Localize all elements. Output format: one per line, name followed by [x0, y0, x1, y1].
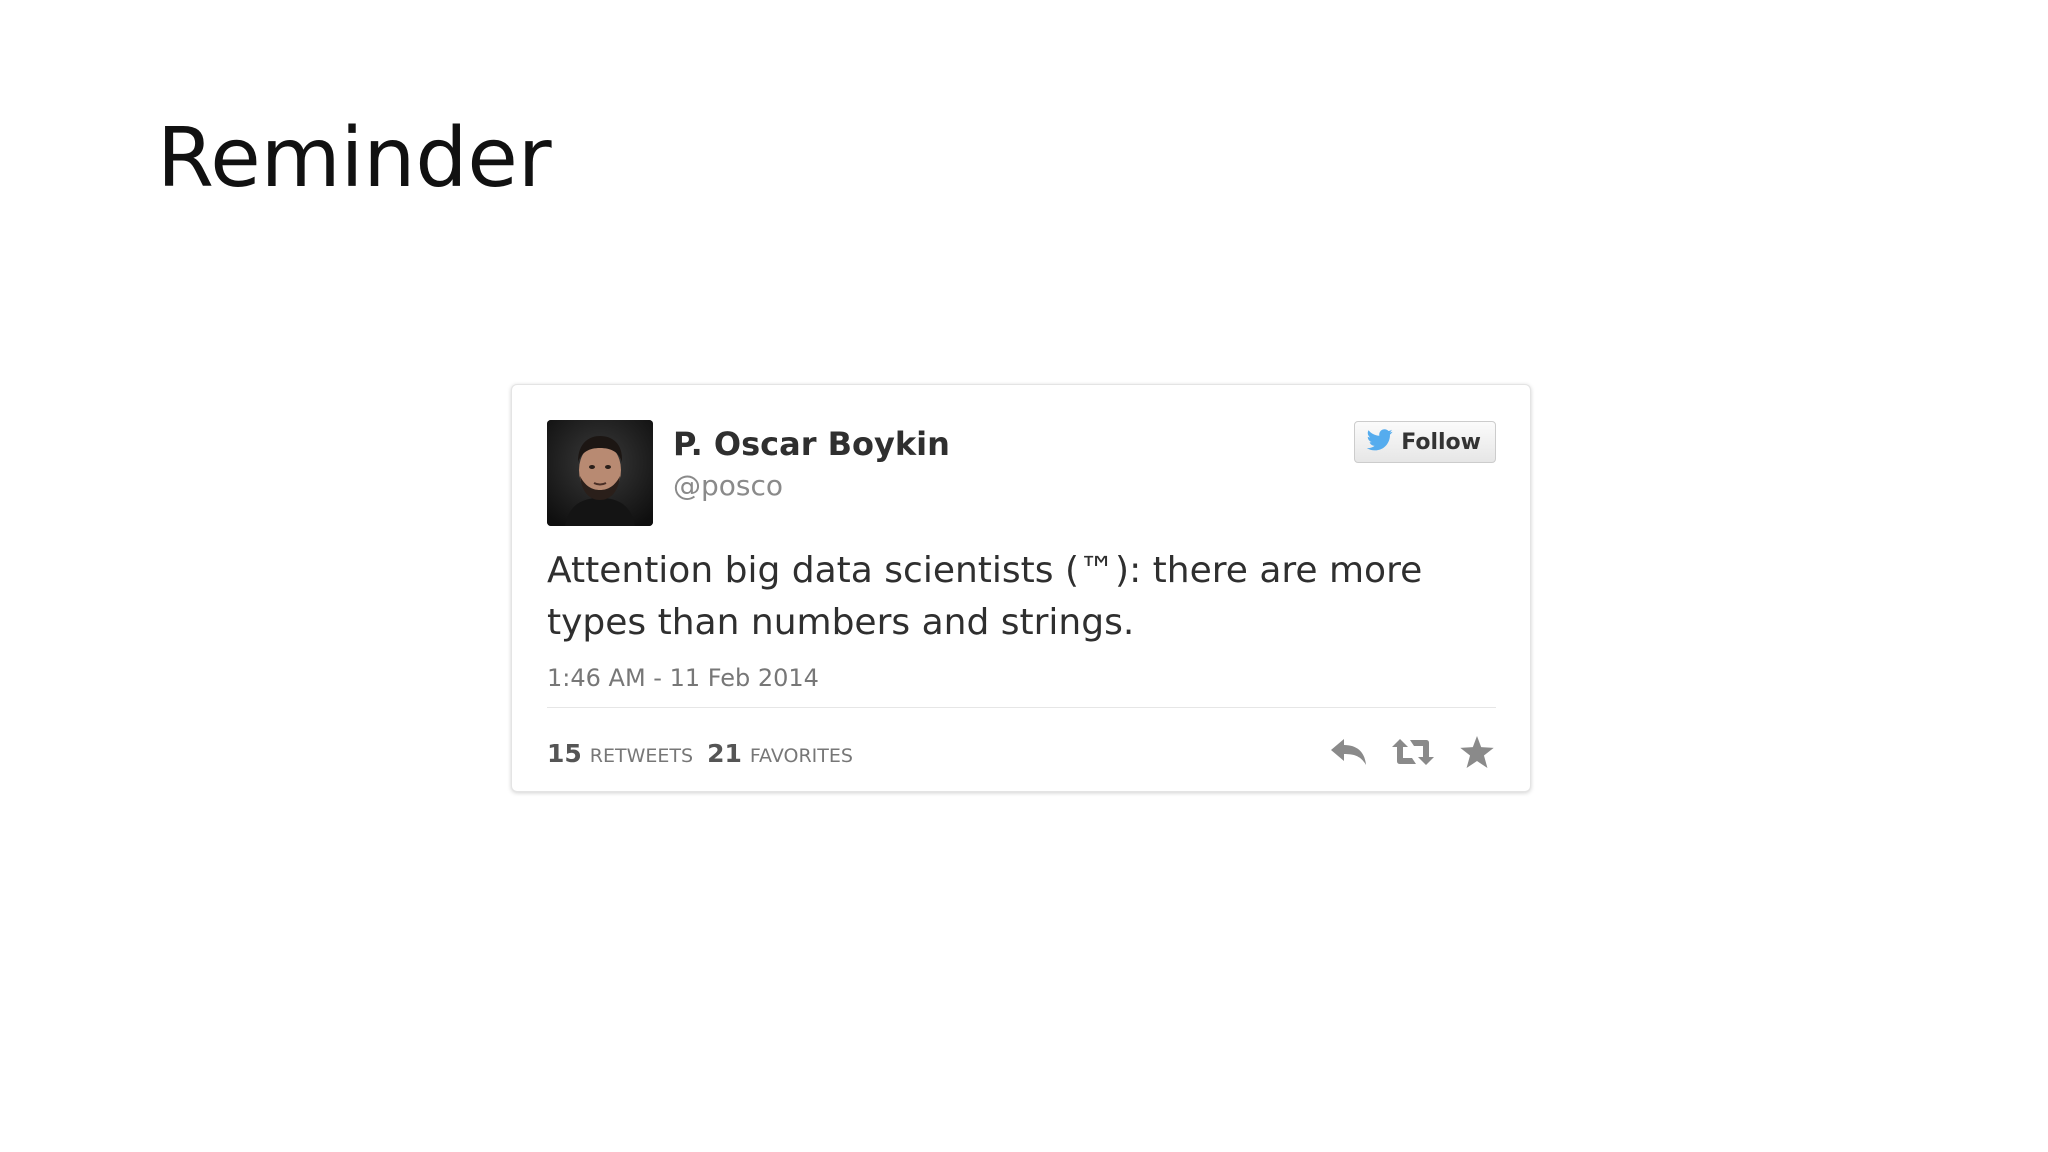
- follow-button[interactable]: Follow: [1354, 421, 1496, 463]
- tweet-stats: 15 Retweets 21 Favorites: [547, 739, 853, 768]
- author-avatar[interactable]: [547, 420, 653, 526]
- favorite-button[interactable]: [1456, 731, 1498, 773]
- divider: [547, 707, 1496, 708]
- twitter-bird-icon: [1366, 428, 1393, 456]
- retweet-icon: [1392, 739, 1434, 765]
- retweet-button[interactable]: [1392, 731, 1434, 773]
- favorites-label: Favorites: [749, 745, 853, 767]
- retweets-label: Retweets: [589, 745, 694, 767]
- slide-title: Reminder: [157, 111, 552, 206]
- reply-button[interactable]: [1328, 731, 1370, 773]
- tweet-text: Attention big data scientists (™): there…: [547, 550, 1423, 643]
- retweets-count: 15: [547, 739, 582, 768]
- star-icon: [1460, 736, 1494, 768]
- tweet-actions: [1328, 731, 1498, 773]
- retweets-stat[interactable]: 15 Retweets: [547, 739, 693, 768]
- tweet-card: P. Oscar Boykin @posco Follow Attention …: [511, 384, 1531, 792]
- author-handle[interactable]: @posco: [673, 469, 783, 502]
- reply-icon: [1331, 739, 1366, 765]
- favorites-count: 21: [707, 739, 742, 768]
- author-name[interactable]: P. Oscar Boykin: [673, 425, 950, 463]
- favorites-stat[interactable]: 21 Favorites: [707, 739, 853, 768]
- tweet-timestamp[interactable]: 1:46 AM - 11 Feb 2014: [547, 664, 819, 692]
- avatar-photo-icon: [547, 420, 653, 526]
- follow-label: Follow: [1401, 429, 1481, 455]
